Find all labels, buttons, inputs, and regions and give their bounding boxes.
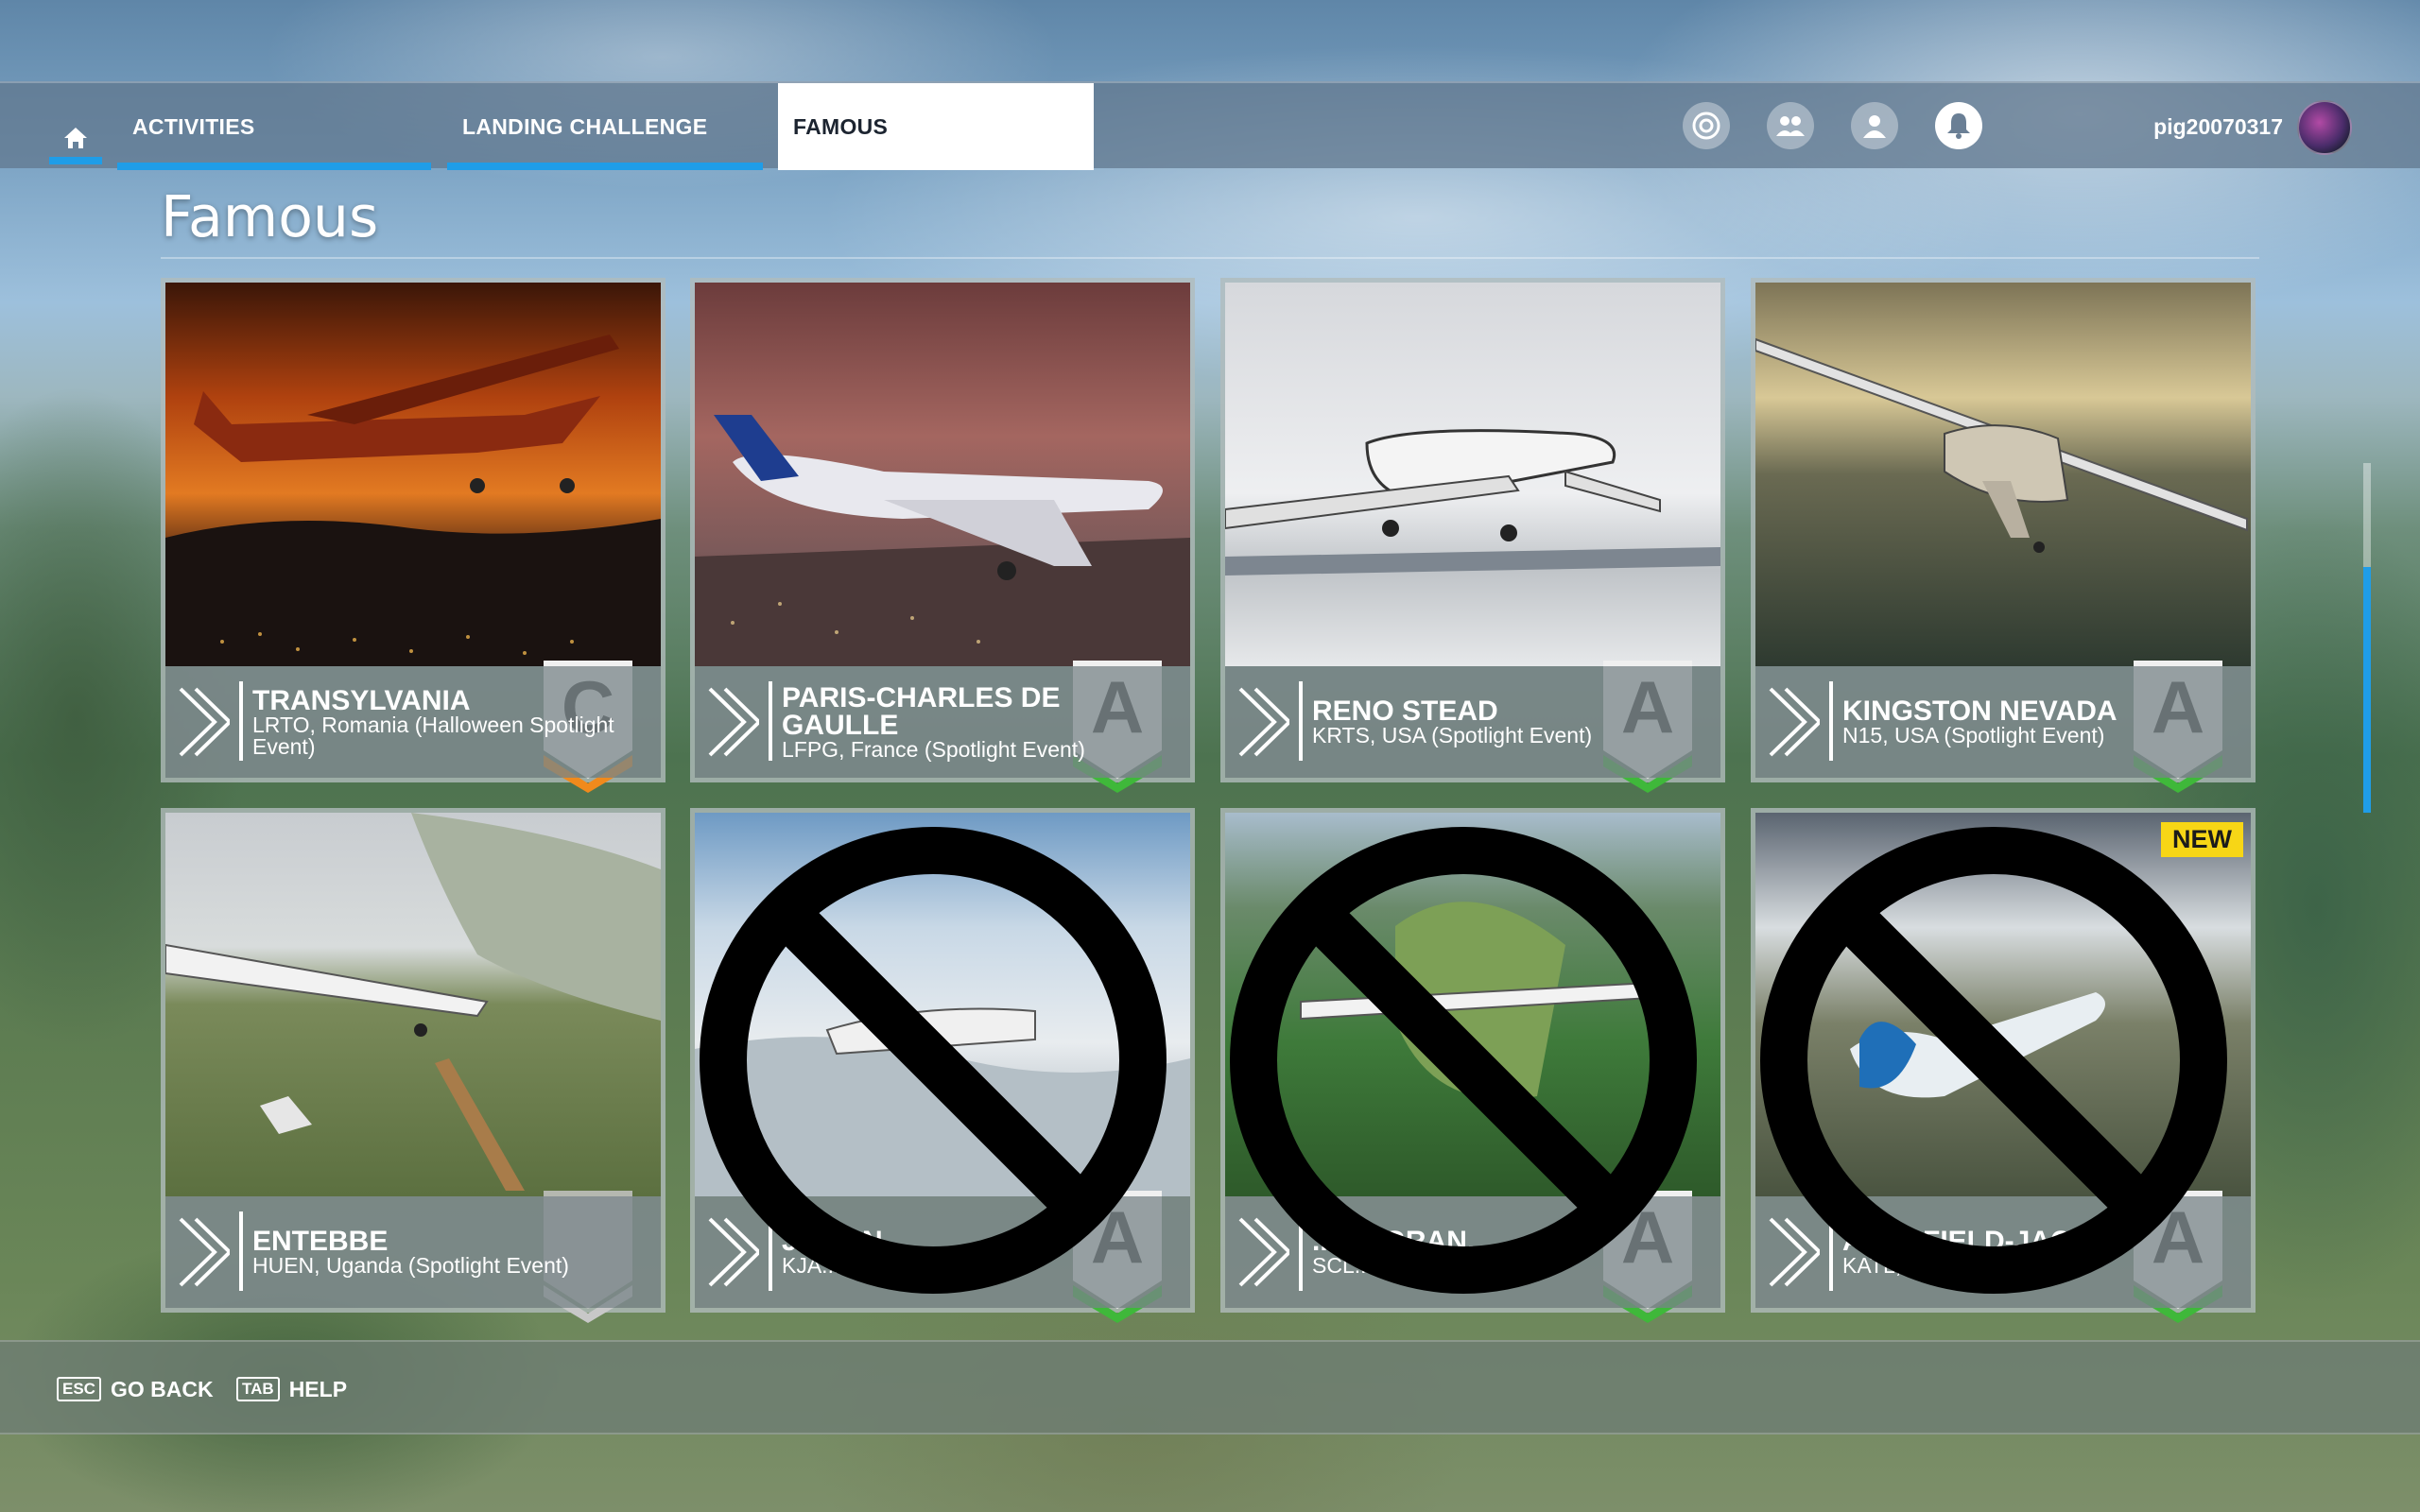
card-title: ENTEBBE <box>252 1226 389 1257</box>
chevron-right-icon <box>1769 687 1820 757</box>
tab-key-hint: TAB <box>236 1377 280 1401</box>
notification-bell-icon <box>1947 113 1970 139</box>
tab-label: LANDING CHALLENGE <box>462 113 708 139</box>
card-subtitle: HUEN, Uganda (Spotlight Event) <box>252 1253 569 1278</box>
card-image <box>1755 283 2251 666</box>
prohibited-icon <box>1230 827 1697 1294</box>
card-divider <box>239 1211 243 1291</box>
profile-icon <box>1863 115 1886 138</box>
go-back-label: GO BACK <box>110 1376 214 1401</box>
card-info: KINGSTON NEVADA N15, USA (Spotlight Even… <box>1755 666 2251 778</box>
prohibited-icon <box>1760 827 2227 1294</box>
page-title: Famous <box>161 184 379 250</box>
activity-card[interactable]: A PARIS-CHARLES DE GAULLE LFPG, France (… <box>690 278 1195 793</box>
chevron-right-icon <box>708 687 759 757</box>
card-image <box>695 283 1190 666</box>
scrollbar-thumb[interactable] <box>2363 567 2371 813</box>
tab-underline <box>447 163 763 170</box>
activity-card[interactable]: C TRANSYLVANIA LRTO, Romania (Halloween … <box>161 278 666 793</box>
help-label: HELP <box>288 1376 348 1401</box>
card-title: RENO STEAD <box>1312 696 1498 727</box>
activity-card[interactable]: A KINGSTON NEVADA N15, USA (Spotlight Ev… <box>1751 278 2256 793</box>
home-button[interactable] <box>49 121 102 164</box>
top-nav-bar: ACTIVITIES LANDING CHALLENGE FAMOUS pig2… <box>0 81 2420 170</box>
activity-card[interactable]: A J...SON KJA... <box>690 808 1195 1323</box>
card-subtitle: LRTO, Romania (Halloween Spotlight Event… <box>252 712 614 759</box>
activity-card[interactable]: NEW A A...TSFIELD-JAC... KATL, At... <box>1751 808 2256 1323</box>
card-divider <box>239 681 243 761</box>
card-divider <box>1299 681 1303 761</box>
card-subtitle: LFPG, France (Spotlight Event) <box>782 736 1085 762</box>
achievement-icon <box>1692 112 1720 140</box>
bottom-bar: ESC GO BACK TAB HELP <box>0 1340 2420 1435</box>
activity-card[interactable]: A RENO STEAD KRTS, USA (Spotlight Event) <box>1220 278 1725 793</box>
card-subtitle: KRTS, USA (Spotlight Event) <box>1312 723 1593 747</box>
notifications-button[interactable] <box>1935 102 1982 149</box>
esc-key-hint: ESC <box>57 1377 101 1401</box>
username: pig20070317 <box>2153 113 2283 139</box>
card-info: ENTEBBE HUEN, Uganda (Spotlight Event) <box>165 1196 661 1308</box>
tab-activities[interactable]: ACTIVITIES <box>117 83 431 170</box>
card-info: PARIS-CHARLES DE GAULLE LFPG, France (Sp… <box>695 666 1190 778</box>
card-image <box>165 813 661 1196</box>
chevron-right-icon <box>1238 687 1289 757</box>
card-divider <box>769 681 772 761</box>
prohibited-icon <box>700 827 1167 1294</box>
card-title: PARIS-CHARLES DE GAULLE <box>782 681 1061 741</box>
card-subtitle: N15, USA (Spotlight Event) <box>1842 723 2105 747</box>
card-image <box>165 283 661 666</box>
card-image <box>1225 283 1720 666</box>
tab-famous[interactable]: FAMOUS <box>778 83 1094 170</box>
avatar[interactable] <box>2297 100 2352 155</box>
tab-label: FAMOUS <box>793 113 889 139</box>
tab-landing-challenge[interactable]: LANDING CHALLENGE <box>447 83 763 170</box>
profile-button[interactable] <box>1851 102 1898 149</box>
card-title: TRANSYLVANIA <box>252 684 471 716</box>
title-divider <box>161 257 2259 259</box>
home-icon <box>64 128 87 148</box>
activity-card[interactable]: ENTEBBE HUEN, Uganda (Spotlight Event) <box>161 808 666 1323</box>
chevron-right-icon <box>179 1217 230 1287</box>
tab-underline <box>117 163 431 170</box>
go-back-button[interactable]: ESC GO BACK <box>57 1342 214 1436</box>
help-button[interactable]: TAB HELP <box>236 1342 347 1436</box>
card-info: RENO STEAD KRTS, USA (Spotlight Event) <box>1225 666 1720 778</box>
card-title: KINGSTON NEVADA <box>1842 696 2118 727</box>
friends-icon <box>1776 116 1805 136</box>
chevron-right-icon <box>179 687 230 757</box>
achievement-button[interactable] <box>1683 102 1730 149</box>
friends-button[interactable] <box>1767 102 1814 149</box>
card-info: TRANSYLVANIA LRTO, Romania (Halloween Sp… <box>165 666 661 778</box>
tab-label: ACTIVITIES <box>132 113 255 139</box>
card-divider <box>1829 681 1833 761</box>
activity-card[interactable]: A ...DA GRAN... SCL... <box>1220 808 1725 1323</box>
